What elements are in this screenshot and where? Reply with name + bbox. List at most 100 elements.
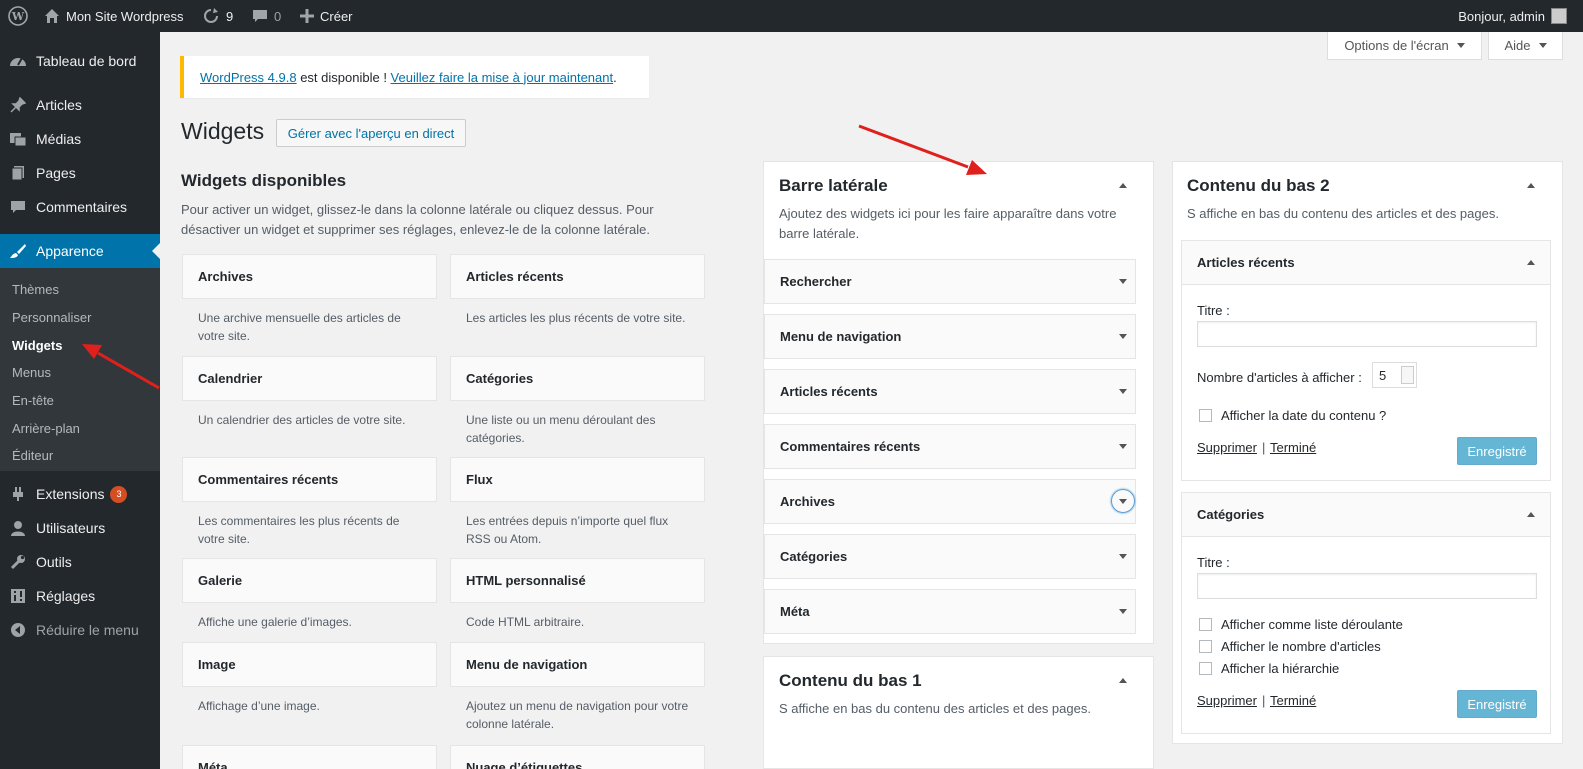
submenu-widgets[interactable]: Widgets xyxy=(12,338,62,353)
menu-label: Articles xyxy=(36,97,82,113)
done-link[interactable]: Terminé xyxy=(1270,440,1316,455)
live-preview-button[interactable]: Gérer avec l'aperçu en direct xyxy=(276,119,466,147)
menu-collapse[interactable]: Réduire le menu xyxy=(0,613,160,647)
post-count-stepper[interactable]: 5 xyxy=(1372,362,1417,388)
widget-recent-posts[interactable]: Articles récents xyxy=(450,254,705,299)
widget-description: Ajoutez un menu de navigation pour votre… xyxy=(466,699,689,731)
widget-description: Affichage d’une image. xyxy=(198,699,320,713)
dropdown-checkbox[interactable] xyxy=(1199,618,1212,631)
widget-gallery[interactable]: Galerie xyxy=(182,558,437,603)
recent-posts-title-input[interactable] xyxy=(1197,321,1537,347)
submenu-background[interactable]: Arrière-plan xyxy=(12,421,80,436)
widget-description: Une liste ou un menu déroulant des catég… xyxy=(466,413,656,445)
sidebar-widget-recent-comments[interactable]: Commentaires récents xyxy=(764,424,1136,469)
home-icon xyxy=(45,9,59,23)
submenu-header[interactable]: En-tête xyxy=(12,393,54,408)
menu-tools[interactable]: Outils xyxy=(0,545,160,579)
collapse-up-icon[interactable] xyxy=(1119,678,1127,683)
hierarchy-label: Afficher la hiérarchie xyxy=(1221,661,1340,676)
sidebar-widget-recent-posts[interactable]: Articles récents xyxy=(764,369,1136,414)
saved-button[interactable]: Enregistré xyxy=(1457,437,1537,465)
title-label: Titre : xyxy=(1197,555,1230,570)
menu-pages[interactable]: Pages xyxy=(0,156,160,190)
submenu-customize[interactable]: Personnaliser xyxy=(12,310,92,325)
new-content-link[interactable]: Créer xyxy=(300,0,353,32)
saved-button[interactable]: Enregistré xyxy=(1457,690,1537,718)
sidebar-widget-search[interactable]: Rechercher xyxy=(764,259,1136,304)
expand-down-icon[interactable] xyxy=(1119,334,1127,339)
recent-posts-widget-header[interactable]: Articles récents xyxy=(1181,240,1551,285)
expand-down-icon[interactable] xyxy=(1119,279,1127,284)
delete-link[interactable]: Supprimer xyxy=(1197,440,1257,455)
title-label: Titre : xyxy=(1197,303,1230,318)
bottom-content-1-title[interactable]: Contenu du bas 1 xyxy=(779,671,922,691)
expand-down-icon[interactable] xyxy=(1119,554,1127,559)
widget-calendar[interactable]: Calendrier xyxy=(182,356,437,401)
menu-users[interactable]: Utilisateurs xyxy=(0,511,160,545)
collapse-up-icon[interactable] xyxy=(1527,512,1535,517)
submenu-menus[interactable]: Menus xyxy=(12,365,51,380)
widget-categories[interactable]: Catégories xyxy=(450,356,705,401)
notice-end: . xyxy=(613,69,617,85)
expand-down-icon[interactable] xyxy=(1119,444,1127,449)
admin-menu: Tableau de bord Articles Médias Pages Co… xyxy=(0,32,160,769)
widget-archives[interactable]: Archives xyxy=(182,254,437,299)
widget-nav-menu[interactable]: Menu de navigation xyxy=(450,642,705,687)
stepper-arrows-icon[interactable] xyxy=(1401,366,1414,384)
sidebar-widget-meta[interactable]: Méta xyxy=(764,589,1136,634)
collapse-up-icon[interactable] xyxy=(1527,183,1535,188)
widget-rss[interactable]: Flux xyxy=(450,457,705,502)
submenu-editor[interactable]: Éditeur xyxy=(12,448,53,463)
widget-recent-comments[interactable]: Commentaires récents xyxy=(182,457,437,502)
menu-label: Médias xyxy=(36,131,82,147)
menu-appearance[interactable]: Apparence xyxy=(0,234,160,268)
widget-description: Les articles les plus récents de votre s… xyxy=(466,311,686,325)
submenu-themes[interactable]: Thèmes xyxy=(12,282,59,297)
collapse-up-icon[interactable] xyxy=(1527,260,1535,265)
widget-image[interactable]: Image xyxy=(182,642,437,687)
delete-link[interactable]: Supprimer xyxy=(1197,693,1257,708)
menu-media[interactable]: Médias xyxy=(0,122,160,156)
update-notice: WordPress 4.9.8 est disponible ! Veuille… xyxy=(180,56,649,98)
post-count-value: 5 xyxy=(1379,367,1387,383)
categories-widget-header[interactable]: Catégories xyxy=(1181,492,1551,537)
sidebar-widget-archives[interactable]: Archives xyxy=(764,479,1136,524)
expand-down-icon[interactable] xyxy=(1119,609,1127,614)
expand-down-icon[interactable] xyxy=(1119,389,1127,394)
sidebar-area-title[interactable]: Barre latérale xyxy=(779,176,888,196)
widget-custom-html[interactable]: HTML personnalisé xyxy=(450,558,705,603)
update-now-link[interactable]: Veuillez faire la mise à jour maintenant xyxy=(391,70,614,85)
widget-tag-cloud[interactable]: Nuage d’étiquettes xyxy=(450,745,705,769)
menu-dashboard[interactable]: Tableau de bord xyxy=(0,44,160,78)
sidebar-area-description: Ajoutez des widgets ici pour les faire a… xyxy=(779,206,1117,241)
svg-text:W: W xyxy=(11,10,25,23)
menu-plugins[interactable]: Extensions 3 xyxy=(0,477,160,511)
pages-icon xyxy=(0,165,36,181)
collapse-up-icon[interactable] xyxy=(1119,183,1127,188)
show-date-checkbox[interactable] xyxy=(1199,409,1212,422)
updates-link[interactable]: 9 xyxy=(202,0,233,32)
menu-label: Pages xyxy=(36,165,76,181)
sidebar-widget-nav-menu[interactable]: Menu de navigation xyxy=(764,314,1136,359)
expand-down-icon[interactable] xyxy=(1119,499,1127,504)
hierarchy-checkbox[interactable] xyxy=(1199,662,1212,675)
comments-link[interactable]: 0 xyxy=(252,0,281,32)
wordpress-logo[interactable]: W xyxy=(8,0,28,32)
page-title: Widgets xyxy=(181,118,265,144)
categories-title-input[interactable] xyxy=(1197,573,1537,599)
done-link[interactable]: Terminé xyxy=(1270,693,1316,708)
menu-label: Réduire le menu xyxy=(36,622,139,638)
plugin-icon xyxy=(0,486,36,502)
bottom-content-2-title[interactable]: Contenu du bas 2 xyxy=(1187,176,1330,196)
help-button[interactable]: Aide xyxy=(1488,32,1563,60)
screen-options-button[interactable]: Options de l'écran xyxy=(1327,32,1482,60)
menu-comments[interactable]: Commentaires xyxy=(0,190,160,224)
sidebar-widget-categories[interactable]: Catégories xyxy=(764,534,1136,579)
menu-settings[interactable]: Réglages xyxy=(0,579,160,613)
site-name-link[interactable]: Mon Site Wordpress xyxy=(44,0,184,32)
version-link[interactable]: WordPress 4.9.8 xyxy=(200,70,297,85)
menu-posts[interactable]: Articles xyxy=(0,88,160,122)
account-menu[interactable]: Bonjour, admin xyxy=(1458,0,1567,32)
post-count-checkbox[interactable] xyxy=(1199,640,1212,653)
widget-meta[interactable]: Méta xyxy=(182,745,437,769)
